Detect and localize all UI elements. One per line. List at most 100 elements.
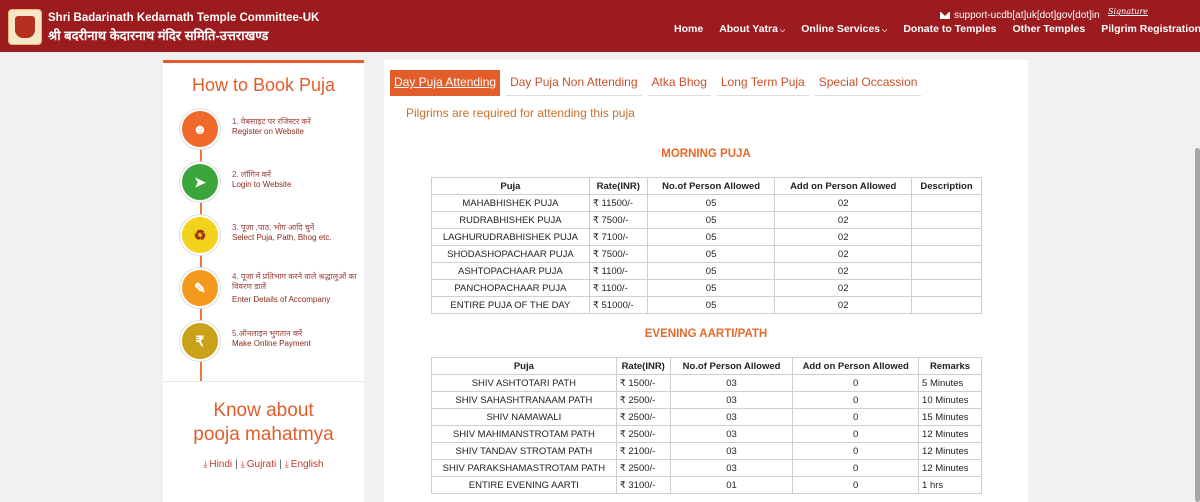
- nav-pilgrim-registration[interactable]: Pilgrim Registration/Login: [1101, 23, 1200, 35]
- table-cell: 0: [792, 425, 920, 443]
- table-row: SHIV SAHASHTRANAAM PATH ₹ 2500/- 03 0 10 Min…: [431, 391, 982, 409]
- step-english-text: Register on Website: [232, 127, 304, 136]
- table-cell: ₹ 2500/-: [615, 391, 671, 409]
- table-cell: 0: [792, 408, 920, 426]
- tab-long-term-puja[interactable]: Long Term Puja: [716, 70, 809, 96]
- nav-online-services[interactable]: Online Services ⌵: [801, 23, 887, 35]
- table-row: RUDRABHISHEK PUJA ₹ 7500/- 05 02: [431, 211, 982, 229]
- table-cell: SHIV PARAKSHAMASTROTAM PATH: [431, 459, 617, 477]
- step-register: ☻ 1. वेबसाइट पर रजिस्टर करें Register on…: [180, 109, 360, 151]
- tab-special-occassion[interactable]: Special Occassion: [814, 70, 922, 96]
- step-select-puja: ♻ 3. पूजा ,पाठ, भोग आदि चुनें Select Puj…: [180, 215, 360, 257]
- user-add-icon: ☻: [180, 109, 220, 149]
- column-header: No.of Person Allowed: [669, 357, 794, 375]
- step-enter-details: ✎ 4. पूजा में प्रतिभाग करने वाले श्रद्धा…: [180, 268, 360, 310]
- table-cell: 12 Minutes: [918, 425, 982, 443]
- download-hindi-label: Hindi: [209, 459, 233, 470]
- column-header: Puja: [431, 357, 617, 375]
- table-cell: ₹ 2500/-: [615, 408, 671, 426]
- table-cell: 5 Minutes: [918, 374, 982, 392]
- nav-about-yatra[interactable]: About Yatra ⌵: [719, 23, 785, 35]
- table-cell: PANCHOPACHAAR PUJA: [431, 279, 590, 297]
- attendance-notice: Pilgrims are required for attending this…: [406, 106, 635, 120]
- table-cell: SHIV SAHASHTRANAAM PATH: [431, 391, 617, 409]
- download-english-label: English: [290, 459, 324, 470]
- nav-other-temples-label: Other Temples: [1012, 23, 1086, 35]
- money-bag-icon: ₹: [180, 321, 220, 361]
- step-hindi-text: 5.ऑनलाइन भुगतान करें: [232, 329, 303, 338]
- step-login: ➤ 2. लॉगिन करें Login to Website: [180, 162, 360, 204]
- table-cell: 05: [646, 262, 776, 280]
- table-cell: [911, 194, 982, 212]
- table-row: LAGHURUDRABHISHEK PUJA ₹ 7100/- 05 02: [431, 228, 982, 246]
- table-cell: ₹ 2100/-: [615, 442, 671, 460]
- puja-details-panel: Day Puja Attending Day Puja Non Attendin…: [384, 60, 1028, 502]
- download-gujrati-link[interactable]: ⤓ Gujrati: [241, 459, 276, 470]
- table-cell: SHODASHOPACHAAR PUJA: [431, 245, 590, 263]
- tab-day-puja-attending[interactable]: Day Puja Attending: [390, 70, 501, 96]
- table-cell: 03: [669, 442, 794, 460]
- top-header: Shri Badarinath Kedarnath Temple Committ…: [0, 0, 1200, 52]
- table-row: SHIV ASHTOTARI PATH ₹ 1500/- 03 0 5 Minutes: [431, 374, 982, 392]
- table-cell: 03: [669, 459, 794, 477]
- table-cell: [911, 262, 982, 280]
- table-cell: [911, 228, 982, 246]
- know-about-heading: Know about pooja mahatmya: [163, 399, 364, 447]
- table-cell: 1 hrs: [918, 476, 982, 494]
- download-icon: ⤓: [284, 459, 289, 469]
- step-hindi-text: 1. वेबसाइट पर रजिस्टर करें: [232, 117, 311, 126]
- table-cell: 05: [646, 194, 776, 212]
- nav-home[interactable]: Home: [674, 23, 703, 35]
- table-cell: ₹ 51000/-: [588, 296, 648, 314]
- login-icon: ➤: [180, 162, 220, 202]
- table-cell: 05: [646, 296, 776, 314]
- download-english-link[interactable]: ⤓ English: [285, 459, 324, 470]
- column-header: Description: [911, 177, 982, 195]
- table-cell: SHIV NAMAWALI: [431, 408, 617, 426]
- evening-aarti-table: Puja Rate(INR) No.of Person Allowed Add on …: [431, 357, 982, 494]
- support-email[interactable]: support-ucdb[at]uk[dot]gov[dot]in: [954, 10, 1100, 21]
- temple-committee-logo[interactable]: [8, 9, 42, 45]
- table-row: ASHTOPACHAAR PUJA ₹ 1100/- 05 02: [431, 262, 982, 280]
- table-row: MAHABHISHEK PUJA ₹ 11500/- 05 02: [431, 194, 982, 212]
- table-cell: LAGHURUDRABHISHEK PUJA: [431, 228, 590, 246]
- morning-puja-title: MORNING PUJA: [661, 148, 751, 160]
- language-downloads: ⤓ Hindi | ⤓ Gujrati | ⤓ English: [163, 459, 364, 470]
- nav-about-yatra-label: About Yatra: [719, 23, 778, 35]
- table-row: ENTIRE PUJA OF THE DAY ₹ 51000/- 05 02: [431, 296, 982, 314]
- table-cell: 03: [669, 374, 794, 392]
- table-cell: 10 Minutes: [918, 391, 982, 409]
- nav-other-temples[interactable]: Other Temples: [1013, 23, 1086, 35]
- chevron-down-icon: ⌵: [779, 27, 786, 34]
- download-gujrati-label: Gujrati: [246, 459, 277, 470]
- table-cell: 02: [774, 296, 912, 314]
- tab-atka-bhog[interactable]: Atka Bhog: [647, 70, 711, 96]
- table-row: SHODASHOPACHAAR PUJA ₹ 7500/- 05 02: [431, 245, 982, 263]
- brand-name-hindi[interactable]: श्री बदरीनाथ केदारनाथ मंदिर समिति-उत्तरा…: [48, 26, 268, 44]
- separator: |: [279, 459, 282, 470]
- support-contact: support-ucdb[at]uk[dot]gov[dot]in: [940, 10, 1100, 21]
- how-to-book-title: How to Book Puja: [191, 75, 336, 95]
- brand-name-english[interactable]: Shri Badarinath Kedarnath Temple Committ…: [48, 12, 319, 24]
- table-cell: RUDRABHISHEK PUJA: [431, 211, 590, 229]
- download-icon: ⤓: [203, 459, 208, 469]
- scrollbar-thumb[interactable]: [1195, 148, 1200, 502]
- table-cell: ₹ 7500/-: [588, 245, 648, 263]
- table-cell: 02: [774, 211, 912, 229]
- nav-donate-to-temples[interactable]: Donate to Temples: [903, 23, 996, 35]
- table-cell: ₹ 2500/-: [615, 459, 671, 477]
- table-cell: 03: [669, 408, 794, 426]
- table-cell: 03: [669, 391, 794, 409]
- column-header: Add on Person Allowed: [774, 177, 912, 195]
- tab-day-puja-non-attending[interactable]: Day Puja Non Attending: [506, 70, 642, 96]
- table-cell: ₹ 7500/-: [588, 211, 648, 229]
- step-hindi-text: 4. पूजा में प्रतिभाग करने वाले श्रद्धालु…: [232, 272, 357, 291]
- download-hindi-link[interactable]: ⤓ Hindi: [203, 459, 232, 470]
- table-cell: 02: [774, 194, 912, 212]
- step-hindi-text: 3. पूजा ,पाठ, भोग आदि चुनें: [232, 223, 315, 232]
- table-cell: ₹ 1100/-: [588, 279, 648, 297]
- table-cell: 03: [669, 425, 794, 443]
- nav-home-label: Home: [674, 23, 704, 35]
- table-row: SHIV PARAKSHAMASTROTAM PATH ₹ 2500/- 03 0 12…: [431, 459, 982, 477]
- table-cell: 05: [646, 228, 776, 246]
